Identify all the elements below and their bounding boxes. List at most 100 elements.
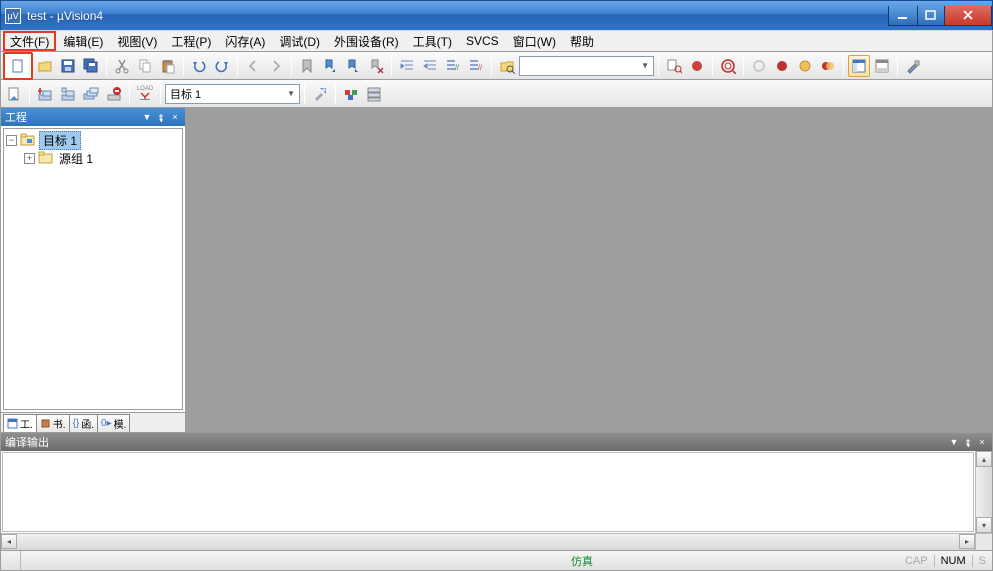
breakpoint-enable-button[interactable]	[771, 55, 793, 77]
separator	[106, 56, 107, 76]
tree-target-node[interactable]: − 目标 1	[6, 131, 180, 149]
redo-button[interactable]	[211, 55, 233, 77]
toolbar-standard: // // ▼	[0, 52, 993, 80]
breakpoint-disable-button[interactable]	[794, 55, 816, 77]
scroll-down-button[interactable]: ▾	[976, 517, 992, 533]
output-text-area[interactable]	[2, 452, 974, 532]
batch-build-button[interactable]	[80, 83, 102, 105]
scroll-left-button[interactable]: ◂	[1, 534, 17, 549]
uncomment-button[interactable]: //	[465, 55, 487, 77]
panel-close-icon[interactable]: ×	[976, 436, 988, 448]
menu-peripherals[interactable]: 外围设备(R)	[327, 31, 406, 51]
vertical-scrollbar[interactable]: ▴ ▾	[975, 451, 992, 533]
new-file-button[interactable]	[3, 52, 33, 80]
menu-file[interactable]: 文件(F)	[3, 31, 56, 51]
target-options-button[interactable]	[309, 83, 331, 105]
copy-button[interactable]	[134, 55, 156, 77]
menu-help[interactable]: 帮助	[563, 31, 601, 51]
project-panel-tabs: 工. 书. {}函. 0▸模.	[1, 412, 185, 432]
comment-button[interactable]: //	[442, 55, 464, 77]
manage-components-button[interactable]	[340, 83, 362, 105]
panel-close-icon[interactable]: ×	[169, 111, 181, 123]
save-button[interactable]	[57, 55, 79, 77]
menu-edit[interactable]: 编辑(E)	[56, 31, 110, 51]
status-num: NUM	[935, 555, 973, 567]
panel-dropdown-icon[interactable]: ▼	[141, 111, 153, 123]
scroll-right-button[interactable]: ▸	[959, 534, 975, 549]
menu-window[interactable]: 窗口(W)	[506, 31, 563, 51]
menu-svcs[interactable]: SVCS	[459, 31, 506, 51]
tab-books[interactable]: 书.	[36, 414, 70, 432]
output-panel: 编译输出 ▼ × ▴ ▾ ◂ ▸	[0, 433, 993, 551]
bookmark-prev-button[interactable]	[319, 55, 341, 77]
save-all-button[interactable]	[80, 55, 102, 77]
rebuild-button[interactable]	[57, 83, 79, 105]
separator	[491, 56, 492, 76]
output-panel-title[interactable]: 编译输出 ▼ ×	[1, 433, 992, 451]
translate-button[interactable]	[3, 83, 25, 105]
nav-back-button[interactable]	[242, 55, 264, 77]
title-bar: µV test - µVision4	[0, 0, 993, 30]
output-panel-label: 编译输出	[5, 434, 49, 450]
horizontal-scrollbar[interactable]: ◂ ▸	[1, 533, 992, 550]
stop-build-button[interactable]	[103, 83, 125, 105]
tab-functions[interactable]: {}函.	[69, 414, 98, 432]
menu-debug[interactable]: 调试(D)	[272, 31, 327, 51]
project-tree[interactable]: − 目标 1 + 源组 1	[3, 128, 183, 410]
panel-dropdown-icon[interactable]: ▼	[948, 436, 960, 448]
paste-button[interactable]	[157, 55, 179, 77]
tree-source-group-node[interactable]: + 源组 1	[6, 149, 180, 167]
menu-flash[interactable]: 闪存(A)	[218, 31, 272, 51]
menu-project[interactable]: 工程(P)	[164, 31, 218, 51]
svg-text://: //	[455, 65, 459, 72]
download-button[interactable]: LOAD	[134, 83, 156, 105]
bookmark-clear-button[interactable]	[365, 55, 387, 77]
breakpoint-kill-button[interactable]	[817, 55, 839, 77]
open-file-button[interactable]	[34, 55, 56, 77]
scroll-track[interactable]	[976, 467, 992, 517]
expand-icon[interactable]: +	[24, 153, 35, 164]
cut-button[interactable]	[111, 55, 133, 77]
separator	[29, 84, 30, 104]
scroll-track[interactable]	[17, 534, 959, 550]
nav-forward-button[interactable]	[265, 55, 287, 77]
outdent-button[interactable]	[419, 55, 441, 77]
app-icon: µV	[5, 8, 21, 24]
output-body: ▴ ▾	[1, 451, 992, 533]
target-select-combo[interactable]: 目标 1▼	[165, 84, 300, 104]
manage-multi-project-button[interactable]	[363, 83, 385, 105]
find-in-files-button[interactable]	[496, 55, 518, 77]
debug-run-button[interactable]	[717, 55, 739, 77]
project-panel-label: 工程	[5, 109, 27, 125]
tab-templates[interactable]: 0▸模.	[97, 414, 130, 432]
undo-button[interactable]	[188, 55, 210, 77]
debug-start-button[interactable]	[663, 55, 685, 77]
configure-button[interactable]	[902, 55, 924, 77]
minimize-button[interactable]	[888, 6, 918, 26]
panel-pin-icon[interactable]	[962, 436, 974, 448]
scroll-up-button[interactable]: ▴	[976, 451, 992, 467]
build-button[interactable]	[34, 83, 56, 105]
menu-tools[interactable]: 工具(T)	[406, 31, 459, 51]
close-button[interactable]	[944, 6, 992, 26]
workspace-area	[186, 108, 992, 432]
separator	[237, 56, 238, 76]
tree-node-label: 目标 1	[39, 131, 81, 150]
panel-pin-icon[interactable]	[155, 111, 167, 123]
bookmark-toggle-button[interactable]	[296, 55, 318, 77]
separator	[160, 84, 161, 104]
bookmark-next-button[interactable]	[342, 55, 364, 77]
project-window-button[interactable]	[848, 55, 870, 77]
separator	[291, 56, 292, 76]
output-window-button[interactable]	[871, 55, 893, 77]
indent-button[interactable]	[396, 55, 418, 77]
project-panel-title[interactable]: 工程 ▼ ×	[1, 108, 185, 126]
maximize-button[interactable]	[917, 6, 945, 26]
separator	[335, 84, 336, 104]
collapse-icon[interactable]: −	[6, 135, 17, 146]
menu-view[interactable]: 视图(V)	[110, 31, 164, 51]
breakpoint-button[interactable]	[686, 55, 708, 77]
tab-project[interactable]: 工.	[3, 414, 37, 432]
find-combo[interactable]: ▼	[519, 56, 654, 76]
breakpoint-insert-button[interactable]	[748, 55, 770, 77]
